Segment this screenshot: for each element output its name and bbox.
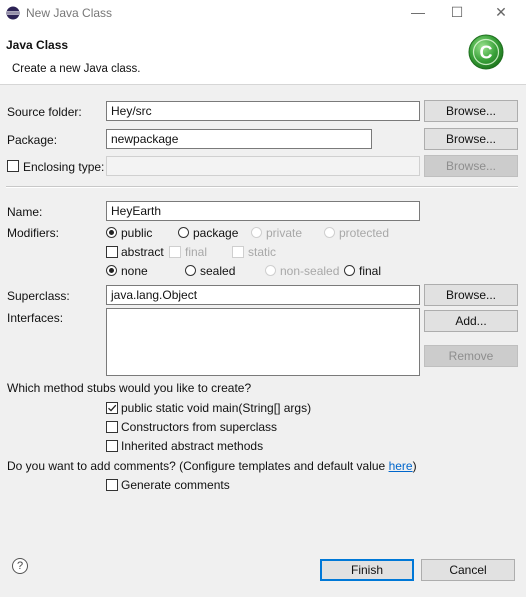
package-modifier-label: package — [193, 226, 239, 240]
modifiers-label: Modifiers: — [7, 226, 60, 240]
none-label: none — [121, 264, 148, 278]
minimize-button[interactable]: — — [398, 0, 438, 26]
comments-question-suffix: ) — [412, 459, 417, 473]
checkmark-icon — [108, 404, 117, 412]
page-subtitle: Create a new Java class. — [12, 63, 141, 75]
superclass-browse-button[interactable]: Browse... — [424, 284, 518, 306]
main-method-label: public static void main(String[] args) — [121, 401, 312, 415]
package-radio[interactable] — [178, 227, 189, 238]
inherited-methods-label: Inherited abstract methods — [121, 439, 264, 453]
inherited-methods-checkbox[interactable] — [106, 440, 118, 452]
sealed-label: sealed — [200, 264, 236, 278]
name-input[interactable]: HeyEarth — [106, 201, 420, 221]
enclosing-type-checkbox[interactable] — [7, 160, 19, 172]
cancel-button[interactable]: Cancel — [421, 559, 515, 581]
source-folder-label: Source folder: — [7, 105, 82, 119]
close-button[interactable]: ✕ — [481, 0, 521, 26]
package-input[interactable]: newpackage — [106, 129, 372, 149]
package-browse-button[interactable]: Browse... — [424, 128, 518, 150]
final-sealing-radio[interactable] — [344, 265, 355, 276]
public-label: public — [121, 226, 153, 240]
name-label: Name: — [7, 205, 43, 219]
help-icon[interactable]: ? — [12, 558, 28, 574]
comments-question: Do you want to add comments? (Configure … — [7, 459, 417, 473]
package-label: Package: — [7, 133, 58, 147]
superclass-label: Superclass: — [7, 289, 70, 303]
comments-question-text: Do you want to add comments? (Configure … — [7, 459, 389, 473]
enclosing-type-browse-button[interactable]: Browse... — [424, 155, 518, 177]
non-sealed-radio[interactable] — [265, 265, 276, 276]
title-bar: New Java Class — ☐ ✕ — [0, 0, 526, 26]
window-title: New Java Class — [26, 6, 113, 20]
source-folder-browse-button[interactable]: Browse... — [424, 100, 518, 122]
final-checkbox[interactable] — [169, 246, 181, 258]
java-class-logo-icon: C — [468, 34, 504, 70]
wizard-body: Source folder: Hey/src Browse... Package… — [0, 85, 526, 597]
logo-letter: C — [480, 43, 493, 63]
private-radio[interactable] — [251, 227, 262, 238]
wizard-header: Java Class Create a new Java class. C — [0, 26, 526, 85]
non-sealed-label: non-sealed — [280, 264, 340, 278]
generate-comments-label: Generate comments — [121, 478, 230, 492]
main-method-checkbox[interactable] — [106, 402, 118, 414]
eclipse-icon — [6, 6, 20, 20]
generate-comments-checkbox[interactable] — [106, 479, 118, 491]
private-label: private — [266, 226, 303, 240]
separator — [6, 186, 518, 188]
finish-button[interactable]: Finish — [320, 559, 414, 581]
none-radio[interactable] — [106, 265, 117, 276]
constructors-label: Constructors from superclass — [121, 420, 278, 434]
superclass-input[interactable]: java.lang.Object — [106, 285, 420, 305]
abstract-label: abstract — [121, 245, 164, 259]
interfaces-list[interactable] — [106, 308, 420, 376]
protected-radio[interactable] — [324, 227, 335, 238]
method-stubs-question: Which method stubs would you like to cre… — [7, 381, 252, 395]
maximize-button[interactable]: ☐ — [437, 0, 477, 26]
final-sealing-label: final — [359, 264, 382, 278]
enclosing-type-label: Enclosing type: — [23, 160, 105, 174]
final-label: final — [185, 245, 208, 259]
public-radio[interactable] — [106, 227, 117, 238]
page-title: Java Class — [6, 38, 69, 52]
add-interface-button[interactable]: Add... — [424, 310, 518, 332]
remove-interface-button[interactable]: Remove — [424, 345, 518, 367]
sealed-radio[interactable] — [185, 265, 196, 276]
static-label: static — [248, 245, 277, 259]
source-folder-input[interactable]: Hey/src — [106, 101, 420, 121]
enclosing-type-input[interactable] — [106, 156, 420, 176]
constructors-checkbox[interactable] — [106, 421, 118, 433]
abstract-checkbox[interactable] — [106, 246, 118, 258]
protected-label: protected — [339, 226, 390, 240]
configure-templates-link[interactable]: here — [389, 459, 413, 473]
interfaces-label: Interfaces: — [7, 311, 64, 325]
static-checkbox[interactable] — [232, 246, 244, 258]
